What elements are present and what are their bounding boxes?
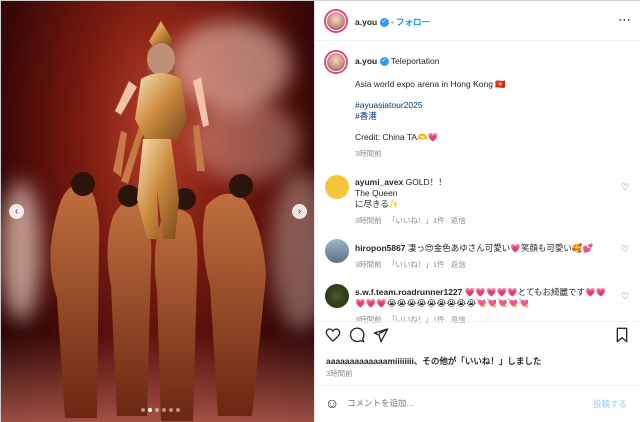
caption-location: Teleportation: [390, 56, 440, 66]
post-header: a.you ✓ • フォロー ⋯: [315, 1, 640, 41]
commenter-avatar[interactable]: [325, 175, 349, 199]
comment-username[interactable]: ayumi_avex: [355, 177, 403, 187]
likes-summary[interactable]: aaaaaaaaaaaaamiiiiiiii、その他が「いいね！」しました: [326, 355, 541, 367]
comment-meta: 3時間前 「いいね！」1件 返信: [355, 314, 625, 325]
like-heart-icon[interactable]: [325, 327, 341, 343]
post-timestamp: 3時間前: [326, 369, 353, 378]
comment-text: 💗💗💗💗💗とてもお綺麗です💗💗: [464, 287, 607, 297]
carousel-dot: [169, 408, 173, 412]
likes-names[interactable]: aaaaaaaaaaaaamiiiiiiii、: [326, 356, 422, 366]
comment-input[interactable]: [347, 394, 577, 412]
comment-time: 3時間前: [355, 216, 382, 225]
chevron-left-icon: ‹: [14, 206, 19, 217]
verified-badge-icon: ✓: [379, 57, 389, 67]
share-icon[interactable]: [373, 327, 389, 343]
commenter-avatar[interactable]: [325, 239, 349, 263]
caption-text: Asia world expo arena in Hong Kong 🇭🇰: [355, 79, 506, 89]
carousel-indicator: [141, 408, 180, 412]
comment-text: 凄っ😍金色あゆさん可愛い💗笑顔も可愛い🥰💕: [407, 243, 594, 253]
comment-username[interactable]: s.w.f.team.roadrunner1227: [355, 287, 462, 297]
comment-text: GOLD！！: [405, 177, 447, 187]
post-comment-button[interactable]: 投稿する: [593, 398, 627, 410]
carousel-dot: [148, 408, 152, 412]
post-side-panel: a.you ✓ • フォロー ⋯ a.you ✓ Teleportation A…: [314, 1, 640, 422]
next-slide-button[interactable]: ›: [292, 204, 307, 219]
commenter-avatar[interactable]: [325, 284, 349, 308]
heart-icon[interactable]: ♡: [620, 182, 630, 192]
caption-avatar[interactable]: [324, 50, 348, 74]
action-bar-divider: [315, 321, 640, 322]
header-username[interactable]: a.you: [355, 17, 377, 27]
reply-button[interactable]: 返信: [451, 260, 466, 269]
reply-button[interactable]: 返信: [451, 315, 466, 324]
author-avatar[interactable]: [324, 9, 348, 33]
carousel-dot: [155, 408, 159, 412]
previous-slide-button[interactable]: ‹: [9, 204, 24, 219]
comment-text-line: に尽きる✨: [355, 199, 400, 209]
carousel-dot: [141, 408, 145, 412]
post-dialog: ‹ › a.you ✓ • フォロー ⋯ a.you ✓ Teleportati…: [0, 0, 640, 422]
comment-item: ayumi_avex GOLD！！ The Queen に尽きる✨ 3時間前 「…: [355, 177, 615, 226]
performers-illustration: [50, 21, 266, 421]
comment-text-line: The Queen: [355, 188, 398, 198]
heart-icon[interactable]: ♡: [620, 291, 630, 301]
caption-block: a.you ✓ Teleportation Asia world expo ar…: [355, 56, 625, 159]
carousel-dot: [162, 408, 166, 412]
header-separator: •: [390, 18, 394, 27]
emoji-icon[interactable]: ☺: [325, 395, 339, 411]
hashtag-link[interactable]: #香港: [355, 111, 625, 122]
comment-bubble-icon[interactable]: [349, 327, 365, 343]
caption-credit: Credit: China TA🫶💗: [355, 132, 439, 142]
heart-icon[interactable]: ♡: [620, 244, 630, 254]
comment-likes[interactable]: 「いいね！」1件: [388, 315, 445, 324]
comment-username[interactable]: hiropon5867: [355, 243, 406, 253]
reply-button[interactable]: 返信: [451, 216, 466, 225]
hashtag-link[interactable]: #ayuasiatour2025: [355, 100, 625, 111]
chevron-right-icon: ›: [297, 206, 302, 217]
comment-box-divider: [315, 385, 640, 386]
more-options-icon[interactable]: ⋯: [618, 12, 631, 28]
carousel-dot: [176, 408, 180, 412]
comment-time: 3時間前: [355, 315, 382, 324]
comment-meta: 3時間前 「いいね！」1件 返信: [355, 215, 615, 226]
comment-item: s.w.f.team.roadrunner1227 💗💗💗💗💗とてもお綺麗です💗…: [355, 287, 625, 325]
caption-time: 3時間前: [355, 149, 382, 158]
comment-text-line: 💗💗💗😭😭😭😭😭😭😭😭😭💘💘💘💘💘: [355, 298, 530, 308]
post-photo[interactable]: ‹ ›: [1, 1, 314, 422]
comment-time: 3時間前: [355, 260, 382, 269]
bookmark-icon[interactable]: [615, 327, 629, 343]
comment-meta: 3時間前 「いいね！」1件 返信: [355, 259, 620, 270]
comment-item: hiropon5867 凄っ😍金色あゆさん可愛い💗笑顔も可愛い🥰💕 3時間前 「…: [355, 243, 620, 270]
comment-likes[interactable]: 「いいね！」1件: [388, 260, 445, 269]
header-user-line: a.you ✓ • フォロー: [355, 16, 430, 28]
comment-likes[interactable]: 「いいね！」1件: [388, 216, 445, 225]
likes-rest: その他が「いいね！」しました: [422, 356, 542, 366]
verified-badge-icon: ✓: [379, 18, 389, 28]
caption-username[interactable]: a.you: [355, 56, 377, 66]
follow-button[interactable]: フォロー: [396, 17, 430, 27]
